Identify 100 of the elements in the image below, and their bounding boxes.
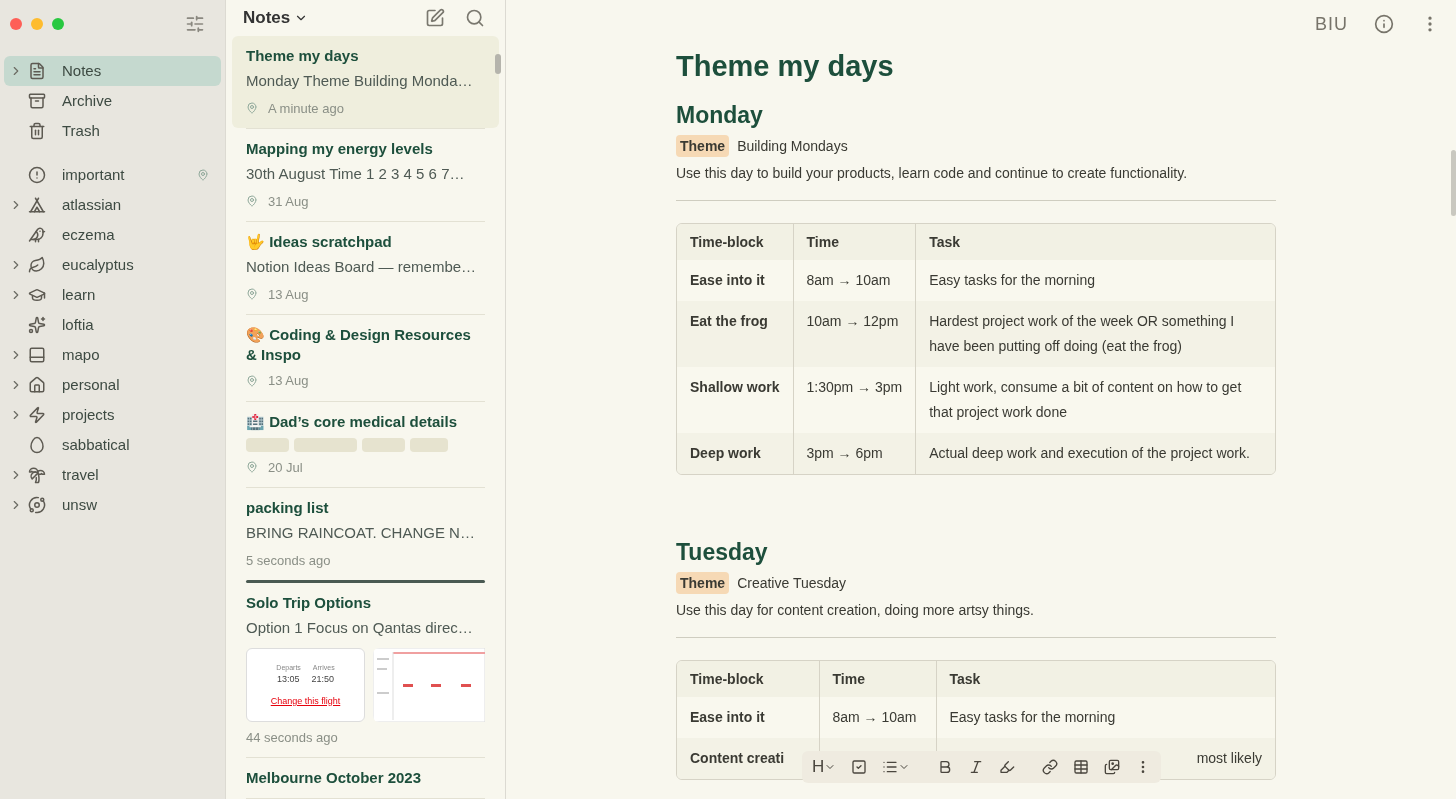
table-cell: Actual deep work and execution of the project work.	[915, 433, 1275, 474]
settings-icon[interactable]	[185, 14, 205, 34]
column-header: Task	[936, 661, 1275, 697]
table-cell: Easy tasks for the morning	[915, 260, 1275, 301]
table-cell: Shallow work	[677, 367, 793, 433]
arrival-time: 21:50	[311, 673, 335, 686]
table-cell: Ease into it	[677, 697, 819, 738]
sidebar-item[interactable]: learn	[4, 280, 221, 310]
pin-icon	[197, 169, 209, 181]
theme-tag: Theme	[676, 135, 730, 157]
section-heading: Tuesday	[676, 538, 769, 567]
note-title: Theme my days	[676, 49, 895, 84]
sidebar-item[interactable]: Notes	[4, 56, 221, 86]
note-item[interactable]: 🎨 Coding & Design Resources & Inspo 13 Aug	[232, 315, 499, 401]
sidebar-item[interactable]: important	[4, 160, 221, 190]
note-title: 🏥 Dad’s core medical details	[246, 411, 459, 432]
sidebar-item[interactable]: unsw	[4, 490, 221, 520]
checkbox-icon[interactable]	[851, 759, 868, 775]
note-title: Solo Trip Options	[246, 593, 372, 613]
list-icon	[882, 759, 899, 775]
note-item[interactable]: Melbourne October 2023	[232, 758, 499, 798]
note-title: Melbourne October 2023	[246, 768, 423, 788]
highlighter-icon[interactable]	[999, 759, 1016, 775]
section-heading: Monday	[676, 101, 764, 130]
theme-name: Creative Tuesday	[737, 573, 847, 593]
notes-dropdown[interactable]: Notes	[243, 5, 309, 31]
sidebar-item[interactable]: sabbatical	[4, 430, 221, 460]
sidebar-item[interactable]: travel	[4, 460, 221, 490]
sparkles-icon	[28, 316, 46, 334]
note-item[interactable]: packing list BRING RAINCOAT. CHANGE N… 5 seconds ago	[232, 488, 499, 580]
note-title: Mapping my energy levels	[246, 139, 434, 159]
change-flight-link[interactable]: Change this flight	[270, 694, 341, 708]
close-window-icon[interactable]	[10, 18, 22, 30]
note-icon	[28, 62, 46, 80]
note-preview: Monday Theme Building Monda…	[246, 71, 474, 91]
note-title: Theme my days	[246, 46, 360, 66]
scrollbar-thumb[interactable]	[1451, 150, 1456, 216]
pin-icon	[246, 288, 258, 301]
graduation-cap-icon	[28, 286, 46, 304]
house-icon	[28, 376, 46, 394]
departure-time: 13:05	[276, 673, 300, 686]
note-title: packing list	[246, 498, 330, 518]
sidebar-item[interactable]: atlassian	[4, 190, 221, 220]
table-cell: Ease into it	[677, 260, 793, 301]
column-header: Time-block	[677, 224, 793, 260]
table-cell: 3pm → 6pm	[793, 433, 916, 474]
link-icon[interactable]	[1042, 759, 1059, 775]
pin-icon	[246, 195, 258, 208]
column-header: Time-block	[677, 661, 819, 697]
leaf-icon	[28, 256, 46, 274]
note-time: 13 Aug	[268, 372, 309, 390]
note-title: 🤟 Ideas scratchpad	[246, 232, 393, 252]
table-cell: 10am → 12pm	[793, 301, 916, 367]
palm-tree-icon	[28, 466, 46, 484]
text-format-icon[interactable]: BIU	[1315, 10, 1348, 38]
planet-icon	[28, 496, 46, 514]
list-dropdown[interactable]	[882, 759, 911, 775]
table-cell: Eat the frog	[677, 301, 793, 367]
note-time: 44 seconds ago	[246, 728, 338, 747]
trash-icon	[28, 122, 46, 140]
tent-icon	[28, 196, 46, 214]
image-icon[interactable]	[1104, 759, 1121, 775]
sidebar-item[interactable]: projects	[4, 400, 221, 430]
note-time: 31 Aug	[268, 192, 309, 211]
sidebar-item[interactable]: loftia	[4, 310, 221, 340]
pin-icon	[246, 461, 258, 474]
note-item[interactable]: Theme my days Monday Theme Building Monda… A minute ago	[232, 36, 499, 128]
note-preview: 30th August Time 1 2 3 4 5 6 7…	[246, 164, 466, 184]
note-preview: BRING RAINCOAT. CHANGE N…	[246, 523, 476, 543]
sidebar-item[interactable]: Archive	[4, 86, 221, 116]
heading-dropdown[interactable]: H	[812, 754, 837, 780]
scrollbar-thumb[interactable]	[495, 54, 501, 74]
egg-icon	[28, 436, 46, 454]
theme-name: Building Mondays	[737, 136, 848, 156]
sidebar-item[interactable]: eczema	[4, 220, 221, 250]
lightning-icon	[28, 406, 46, 424]
note-item[interactable]: 🏥 Dad’s core medical details 20 Jul	[232, 401, 499, 487]
archive-icon	[28, 92, 46, 110]
search-icon[interactable]	[465, 8, 485, 28]
note-preview: Notion Ideas Board — remembe…	[246, 257, 478, 277]
sidebar-item[interactable]: personal	[4, 370, 221, 400]
table-icon[interactable]	[1073, 759, 1090, 775]
column-header: Task	[915, 224, 1275, 260]
sidebar-item[interactable]: Trash	[4, 116, 221, 146]
note-time: A minute ago	[268, 99, 344, 118]
note-time: 5 seconds ago	[246, 551, 331, 570]
note-item[interactable]: 🤟 Ideas scratchpad Notion Ideas Board — remembe… 13 Aug	[232, 222, 499, 314]
info-icon[interactable]	[1374, 14, 1394, 34]
section-description: Use this day for content creation, doing more artsy things.	[676, 601, 1035, 620]
bird-icon	[28, 226, 46, 244]
sidebar-item[interactable]: mapo	[4, 340, 221, 370]
note-preview: Option 1 Focus on Qantas direc…	[246, 618, 474, 638]
note-time: 13 Aug	[268, 285, 309, 304]
new-note-icon[interactable]	[425, 8, 445, 28]
sidebar-item[interactable]: eucalyptus	[4, 250, 221, 280]
table-cell: Hardest project work of the week OR something I have been putting off doing (eat the frog)	[915, 301, 1275, 367]
column-header: Time	[819, 661, 936, 697]
table-cell: Deep work	[677, 433, 793, 474]
table-cell: 1:30pm → 3pm	[793, 367, 916, 433]
note-item[interactable]: Mapping my energy levels 30th August Time 1 2 3 4 5 6 7… 31 Aug	[232, 129, 499, 221]
